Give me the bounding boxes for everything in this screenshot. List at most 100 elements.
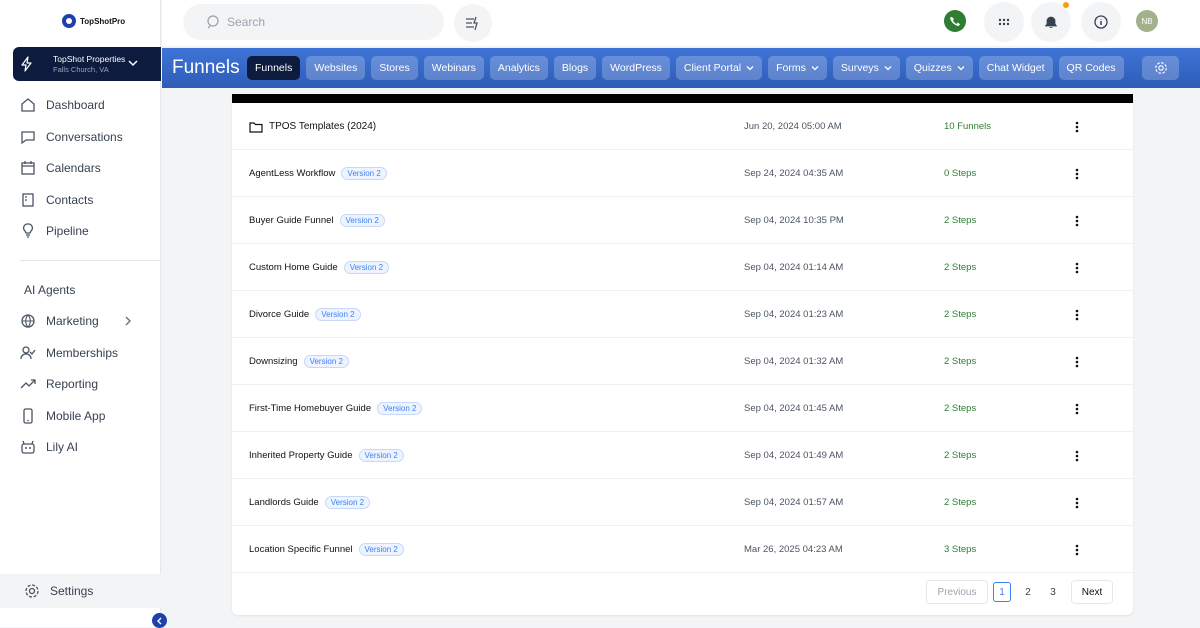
- table-row[interactable]: Divorce Guide Version 2 Sep 04, 2024 01:2…: [232, 291, 1133, 338]
- previous-page-button[interactable]: Previous: [926, 580, 988, 604]
- section-label-ai-agents[interactable]: AI Agents: [24, 283, 75, 297]
- row-menu-button[interactable]: [1070, 496, 1084, 510]
- sidebar-item-settings[interactable]: Settings: [0, 574, 161, 608]
- avatar[interactable]: NB: [1136, 10, 1158, 32]
- sidebar-item-calendars[interactable]: Calendars: [20, 157, 101, 179]
- table-row[interactable]: Custom Home Guide Version 2 Sep 04, 2024 …: [232, 244, 1133, 291]
- globe-icon: [21, 314, 35, 328]
- module-tabs: Funnels Websites Stores Webinars Analyti…: [247, 56, 1124, 80]
- tab-wordpress[interactable]: WordPress: [602, 56, 670, 80]
- tab-label: QR Codes: [1066, 62, 1116, 74]
- tab-qr-codes[interactable]: QR Codes: [1058, 56, 1124, 80]
- search-input[interactable]: Search: [183, 4, 444, 40]
- funnel-name[interactable]: Inherited Property Guide: [249, 450, 353, 461]
- row-menu-button[interactable]: [1070, 167, 1084, 181]
- apps-button[interactable]: [984, 2, 1024, 42]
- sidebar-item-marketing[interactable]: Marketing: [20, 310, 131, 332]
- home-icon: [21, 98, 35, 112]
- tab-blogs[interactable]: Blogs: [553, 56, 597, 80]
- tab-chat-widget[interactable]: Chat Widget: [978, 56, 1053, 80]
- phone-button[interactable]: [944, 10, 966, 32]
- tab-webinars[interactable]: Webinars: [423, 56, 484, 80]
- row-menu-button[interactable]: [1070, 261, 1084, 275]
- row-menu-button[interactable]: [1070, 402, 1084, 416]
- sidebar-item-label: Memberships: [46, 346, 119, 360]
- tab-surveys[interactable]: Surveys: [832, 56, 900, 80]
- sidebar-item-reporting[interactable]: Reporting: [20, 373, 98, 395]
- more-vertical-icon: [1075, 168, 1079, 180]
- sidebar-item-contacts[interactable]: Contacts: [20, 189, 93, 211]
- step-count: 2 Steps: [944, 450, 977, 461]
- row-menu-button[interactable]: [1070, 543, 1084, 557]
- page-2-button[interactable]: 2: [1019, 580, 1037, 604]
- row-menu-button[interactable]: [1070, 449, 1084, 463]
- table-row[interactable]: Landlords Guide Version 2 Sep 04, 2024 01…: [232, 479, 1133, 526]
- table-row[interactable]: Location Specific Funnel Version 2 Mar 26…: [232, 526, 1133, 573]
- more-vertical-icon: [1075, 450, 1079, 462]
- funnel-name[interactable]: First-Time Homebuyer Guide: [249, 403, 371, 414]
- sidebar-item-label: Mobile App: [46, 409, 106, 423]
- tab-label: Blogs: [561, 62, 589, 74]
- more-vertical-icon: [1075, 309, 1079, 321]
- sidebar-item-pipeline[interactable]: Pipeline: [20, 220, 89, 242]
- funnel-name[interactable]: Location Specific Funnel: [249, 544, 353, 555]
- row-menu-button[interactable]: [1070, 355, 1084, 369]
- account-name: TopShot Properties: [53, 54, 126, 64]
- trend-up-icon: [20, 379, 36, 389]
- funnel-settings-button[interactable]: [1142, 56, 1179, 80]
- more-vertical-icon: [1075, 403, 1079, 415]
- funnel-name[interactable]: Custom Home Guide: [249, 262, 338, 273]
- page-1-button[interactable]: 1: [993, 582, 1011, 602]
- table-row[interactable]: First-Time Homebuyer Guide Version 2 Sep …: [232, 385, 1133, 432]
- row-menu-button[interactable]: [1070, 120, 1084, 134]
- updated-date: Jun 20, 2024 05:00 AM: [744, 121, 842, 132]
- sidebar-item-memberships[interactable]: Memberships: [20, 342, 118, 364]
- updated-date: Sep 04, 2024 01:32 AM: [744, 356, 844, 367]
- more-vertical-icon: [1075, 121, 1079, 133]
- funnel-name[interactable]: Buyer Guide Funnel: [249, 215, 334, 226]
- funnel-name[interactable]: TPOS Templates (2024): [269, 121, 376, 132]
- step-count: 3 Steps: [944, 544, 977, 555]
- sidebar-item-mobile-app[interactable]: Mobile App: [20, 405, 105, 427]
- sidebar-item-dashboard[interactable]: Dashboard: [20, 94, 105, 116]
- table-header-bar: [232, 94, 1133, 103]
- table-row[interactable]: Inherited Property Guide Version 2 Sep 04…: [232, 432, 1133, 479]
- page-3-button[interactable]: 3: [1044, 580, 1062, 604]
- sidebar-item-label: Lily AI: [46, 440, 79, 454]
- brand-logo[interactable]: TopShotPro: [62, 14, 125, 28]
- table-row[interactable]: Buyer Guide Funnel Version 2 Sep 04, 2024…: [232, 197, 1133, 244]
- sidebar-divider: [20, 260, 160, 261]
- tab-forms[interactable]: Forms: [768, 56, 827, 80]
- table-row[interactable]: Downsizing Version 2 Sep 04, 2024 01:32 A…: [232, 338, 1133, 385]
- tab-label: Chat Widget: [986, 62, 1045, 74]
- sidebar-item-conversations[interactable]: Conversations: [20, 126, 123, 148]
- version-badge: Version 2: [343, 261, 390, 274]
- account-switcher[interactable]: TopShot Properties Falls Church, VA: [13, 47, 161, 81]
- funnel-name[interactable]: Landlords Guide: [249, 497, 319, 508]
- row-menu-button[interactable]: [1070, 214, 1084, 228]
- table-row[interactable]: AgentLess Workflow Version 2 Sep 24, 2024…: [232, 150, 1133, 197]
- updated-date: Sep 04, 2024 10:35 PM: [744, 215, 844, 226]
- next-page-button[interactable]: Next: [1071, 580, 1113, 604]
- more-vertical-icon: [1075, 215, 1079, 227]
- help-button[interactable]: [1081, 2, 1121, 42]
- step-count: 2 Steps: [944, 262, 977, 273]
- tab-funnels[interactable]: Funnels: [247, 56, 301, 80]
- funnel-name[interactable]: Divorce Guide: [249, 309, 309, 320]
- row-menu-button[interactable]: [1070, 308, 1084, 322]
- sidebar-item-lily-ai[interactable]: Lily AI: [20, 436, 78, 458]
- table-row[interactable]: TPOS Templates (2024) Jun 20, 2024 05:00…: [232, 103, 1133, 150]
- chevron-left-icon: [156, 617, 161, 624]
- tab-client-portal[interactable]: Client Portal: [675, 56, 763, 80]
- tab-quizzes[interactable]: Quizzes: [905, 56, 973, 80]
- tab-websites[interactable]: Websites: [306, 56, 366, 80]
- notifications-button[interactable]: [1031, 2, 1071, 42]
- more-vertical-icon: [1075, 544, 1079, 556]
- funnel-name[interactable]: Downsizing: [249, 356, 298, 367]
- collapse-sidebar-button[interactable]: [152, 613, 167, 628]
- quick-actions-button[interactable]: [454, 4, 492, 42]
- tab-label: Client Portal: [683, 62, 742, 74]
- tab-stores[interactable]: Stores: [371, 56, 418, 80]
- tab-analytics[interactable]: Analytics: [489, 56, 548, 80]
- funnel-name[interactable]: AgentLess Workflow: [249, 168, 335, 179]
